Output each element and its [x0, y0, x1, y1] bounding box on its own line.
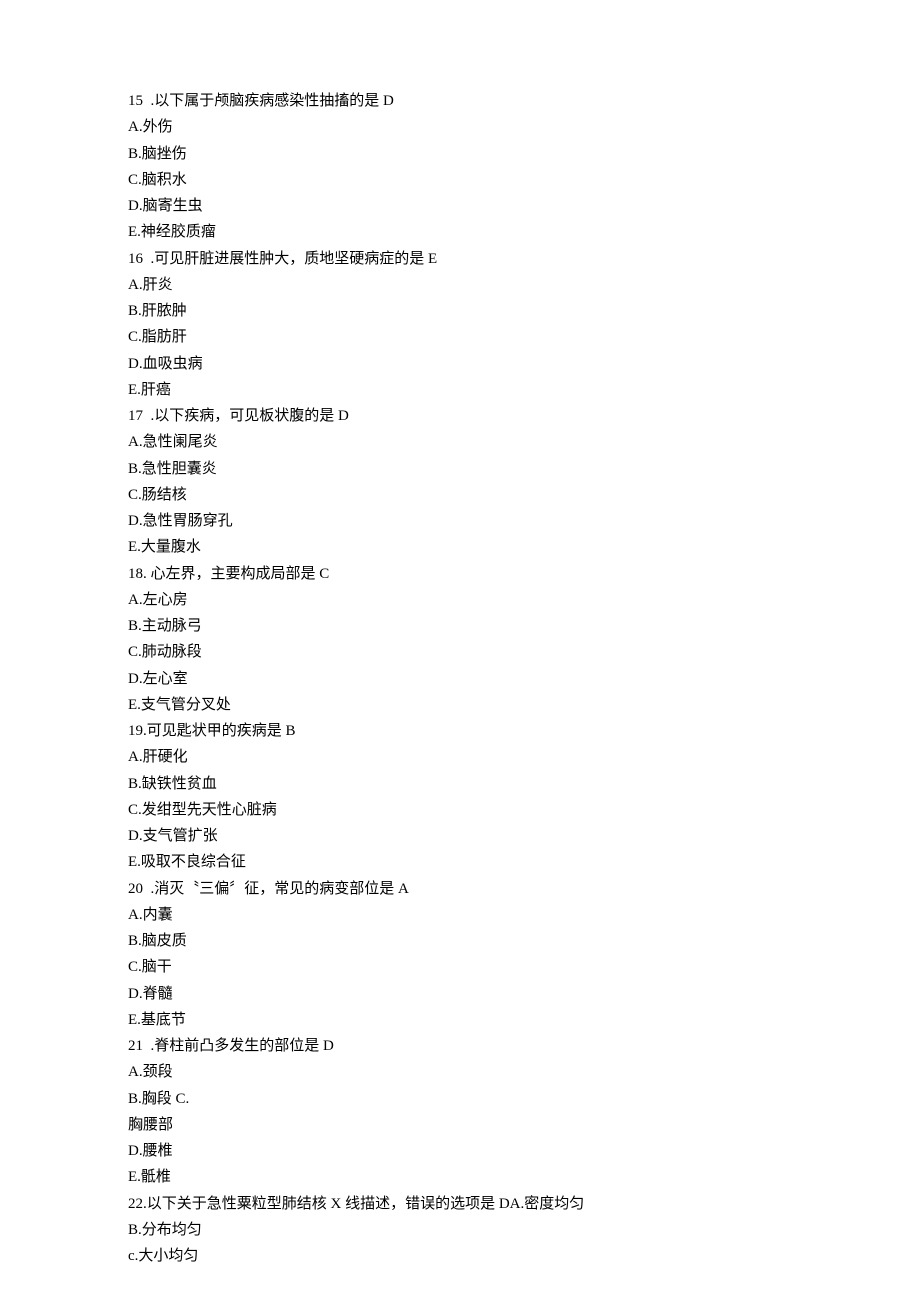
question-option: A.急性阑尾炎: [128, 429, 768, 455]
question-option: c.大小均匀: [128, 1243, 768, 1269]
question-option: C.发绀型先天性心脏病: [128, 797, 768, 823]
question-option: A.肝炎: [128, 272, 768, 298]
question-stem: 18. 心左界，主要构成局部是 C: [128, 561, 768, 587]
question-option: B.脑皮质: [128, 928, 768, 954]
question-option: B.主动脉弓: [128, 613, 768, 639]
question-stem: 21 .脊柱前凸多发生的部位是 D: [128, 1033, 768, 1059]
document-page: 15 .以下属于颅脑疾病感染性抽搐的是 D A.外伤 B.脑挫伤 C.脑积水 D…: [0, 0, 768, 1309]
question-option: E.神经胶质瘤: [128, 219, 768, 245]
question-option: C.肺动脉段: [128, 639, 768, 665]
question-stem: 16 .可见肝脏进展性肿大，质地坚硬病症的是 E: [128, 246, 768, 272]
question-option: C.肠结核: [128, 482, 768, 508]
question-option: E.大量腹水: [128, 534, 768, 560]
question-option: B.肝脓肿: [128, 298, 768, 324]
question-stem: 19.可见匙状甲的疾病是 B: [128, 718, 768, 744]
question-option: D.血吸虫病: [128, 351, 768, 377]
question-stem: 22.以下关于急性粟粒型肺结核 X 线描述，错误的选项是 DA.密度均匀: [128, 1191, 768, 1217]
question-option: A.外伤: [128, 114, 768, 140]
question-option: B.急性胆囊炎: [128, 456, 768, 482]
question-option: A.肝硬化: [128, 744, 768, 770]
question-stem: 20 .消灭〝三偏〞征，常见的病变部位是 A: [128, 876, 768, 902]
question-option: C.脑积水: [128, 167, 768, 193]
question-option: C.脑干: [128, 954, 768, 980]
question-option: E.骶椎: [128, 1164, 768, 1190]
question-option: E.肝癌: [128, 377, 768, 403]
question-stem: 15 .以下属于颅脑疾病感染性抽搐的是 D: [128, 88, 768, 114]
question-option: D.脑寄生虫: [128, 193, 768, 219]
question-option: B.脑挫伤: [128, 141, 768, 167]
question-option: D.支气管扩张: [128, 823, 768, 849]
question-option: B.胸段 C.: [128, 1086, 768, 1112]
question-option: 胸腰部: [128, 1112, 768, 1138]
question-option: D.脊髓: [128, 981, 768, 1007]
question-option: A.颈段: [128, 1059, 768, 1085]
question-option: E.支气管分叉处: [128, 692, 768, 718]
question-option: B.分布均匀: [128, 1217, 768, 1243]
question-option: E.吸取不良综合征: [128, 849, 768, 875]
question-option: E.基底节: [128, 1007, 768, 1033]
question-option: C.脂肪肝: [128, 324, 768, 350]
question-option: A.内囊: [128, 902, 768, 928]
question-option: B.缺铁性贫血: [128, 771, 768, 797]
question-stem: 17 .以下疾病，可见板状腹的是 D: [128, 403, 768, 429]
question-option: D.腰椎: [128, 1138, 768, 1164]
question-option: D.左心室: [128, 666, 768, 692]
question-option: A.左心房: [128, 587, 768, 613]
question-option: D.急性胃肠穿孔: [128, 508, 768, 534]
